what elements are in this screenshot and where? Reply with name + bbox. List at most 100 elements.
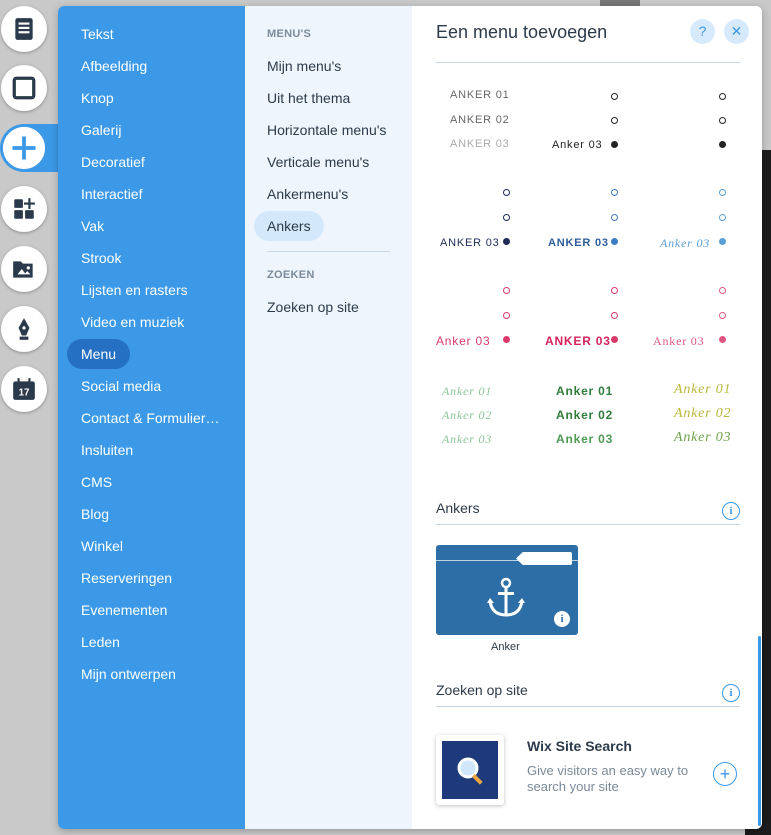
calendar-badge: 17 (19, 388, 30, 399)
category-mijn-ontwerpen[interactable]: Mijn ontwerpen (67, 659, 190, 689)
calendar-button[interactable]: 17 (1, 366, 47, 412)
anchor-dot (611, 214, 618, 221)
anchor-dot (503, 189, 510, 196)
frame-icon (12, 76, 36, 100)
preset-label: ANKER 03 (450, 138, 510, 150)
anchor-dot (611, 189, 618, 196)
ankers-divider (436, 524, 740, 525)
anchor-dot (503, 312, 510, 319)
preset-label: ANKER 02 (450, 114, 510, 126)
ankers-info-icon[interactable]: i (722, 502, 740, 520)
preset-label: ANKER 01 (450, 89, 510, 101)
panel-title: Een menu toevoegen (436, 22, 608, 42)
submenu-uit-het-thema[interactable]: Uit het thema (254, 83, 363, 113)
pen-icon (18, 318, 30, 340)
category-lijsten-en-rasters[interactable]: Lijsten en rasters (67, 275, 202, 305)
submenu-zoeken-op-site[interactable]: Zoeken op site (254, 292, 372, 322)
preset-label: ANKER 03 (545, 334, 611, 348)
search-divider (436, 706, 740, 707)
pages-icon (15, 18, 33, 40)
header-divider (436, 62, 740, 63)
left-rail: 17 (0, 0, 58, 835)
anchor-element-label: Anker (491, 641, 520, 653)
submenu-divider (267, 251, 390, 252)
preset-label: Anker 01 (674, 382, 732, 397)
apps-icon (14, 198, 35, 219)
category-galerij[interactable]: Galerij (67, 115, 135, 145)
category-video-en-muziek[interactable]: Video en muziek (67, 307, 198, 337)
category-leden[interactable]: Leden (67, 627, 134, 657)
submenu-ankermenus[interactable]: Ankermenu's (254, 179, 361, 209)
scrollbar[interactable] (758, 636, 761, 826)
submenu-list: MENU'S Mijn menu's Uit het thema Horizon… (245, 6, 412, 829)
frame-button[interactable] (1, 65, 47, 111)
media-icon (13, 261, 33, 278)
search-icon (457, 757, 483, 785)
add-panel: Tekst Afbeelding Knop Galerij Decoratief… (58, 6, 762, 829)
anchor-dot (719, 238, 726, 245)
category-contact-formulier[interactable]: Contact & Formulier… (67, 403, 233, 433)
anchor-dot (719, 117, 726, 124)
anchor-dot (719, 93, 726, 100)
anchor-dot (503, 287, 510, 294)
category-knop[interactable]: Knop (67, 83, 128, 113)
add-site-search-button[interactable]: + (713, 762, 737, 786)
preset-label: Anker 01 (442, 384, 493, 398)
category-interactief[interactable]: Interactief (67, 179, 156, 209)
anchor-dot (611, 336, 618, 343)
close-button[interactable]: ✕ (724, 19, 749, 44)
section-header-zoeken: ZOEKEN (267, 269, 315, 281)
anchor-dot (719, 336, 726, 343)
pen-button[interactable] (1, 306, 47, 352)
category-menu[interactable]: Menu (67, 339, 131, 369)
section-header-menus: MENU'S (267, 28, 312, 40)
help-button[interactable]: ? (690, 19, 715, 44)
anchor-dot (503, 238, 510, 245)
category-tekst[interactable]: Tekst (67, 19, 128, 49)
submenu-ankers[interactable]: Ankers (254, 211, 324, 241)
preset-label: Anker 03 (653, 334, 705, 348)
calendar-icon: 17 (13, 378, 35, 400)
category-reserveringen[interactable]: Reserveringen (67, 563, 186, 593)
site-search-thumbnail[interactable] (436, 735, 504, 805)
category-social-media[interactable]: Social media (67, 371, 175, 401)
anchor-dot (611, 117, 618, 124)
category-vak[interactable]: Vak (67, 211, 118, 241)
anchor-dot (719, 287, 726, 294)
category-decoratief[interactable]: Decoratief (67, 147, 159, 177)
anchor-element-card[interactable]: i (436, 545, 578, 635)
close-icon: ✕ (730, 23, 743, 39)
preset-label: Anker 03 (556, 432, 614, 446)
anchor-dot (719, 141, 726, 148)
anchor-dot (611, 287, 618, 294)
add-icon (2, 126, 46, 170)
category-evenementen[interactable]: Evenementen (67, 595, 181, 625)
preset-label: Anker 03 (552, 139, 603, 151)
category-afbeelding[interactable]: Afbeelding (67, 51, 161, 81)
preset-label: ANKER 03 (440, 237, 500, 249)
category-cms[interactable]: CMS (67, 467, 126, 497)
preset-label: ANKER 03 (548, 237, 609, 249)
add-button-active[interactable] (0, 124, 58, 172)
media-button[interactable] (1, 246, 47, 292)
category-winkel[interactable]: Winkel (67, 531, 137, 561)
submenu-verticale-menus[interactable]: Verticale menu's (254, 147, 382, 177)
search-info-icon[interactable]: i (722, 684, 740, 702)
preset-label: Anker 02 (556, 408, 614, 422)
submenu-horizontale-menus[interactable]: Horizontale menu's (254, 115, 399, 145)
anchor-dot (719, 189, 726, 196)
anchor-dot (611, 312, 618, 319)
preset-label: Anker 02 (442, 408, 493, 422)
category-blog[interactable]: Blog (67, 499, 123, 529)
pages-button[interactable] (1, 6, 47, 52)
submenu-mijn-menus[interactable]: Mijn menu's (254, 51, 354, 81)
category-strook[interactable]: Strook (67, 243, 135, 273)
anchor-icon (487, 577, 525, 617)
anchor-card-info-icon[interactable]: i (554, 611, 570, 627)
category-insluiten[interactable]: Insluiten (67, 435, 147, 465)
preset-label: Anker 03 (442, 432, 493, 446)
site-search-description: Give visitors an easy way to search your… (527, 763, 689, 794)
apps-button[interactable] (1, 186, 47, 232)
anchor-dot (503, 336, 510, 343)
preset-label: Anker 03 (660, 236, 711, 250)
